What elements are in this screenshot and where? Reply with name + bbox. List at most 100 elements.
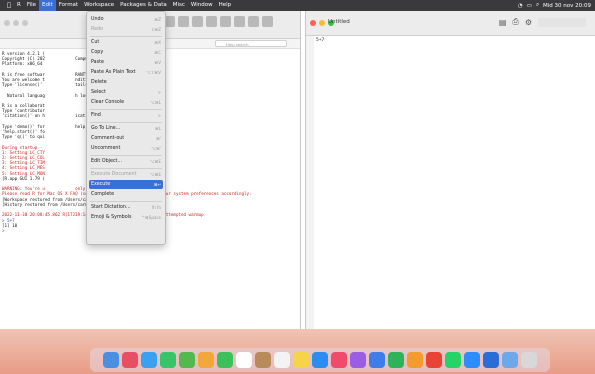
menu-item-label: Copy (91, 50, 104, 55)
apple-icon[interactable]:  (4, 2, 14, 9)
help-icon[interactable] (262, 16, 273, 27)
menu-item-uncomment[interactable]: Uncomment ⌥⌘' (91, 144, 161, 153)
appstore-icon[interactable] (312, 352, 328, 368)
pages-icon[interactable] (407, 352, 423, 368)
menu-edit[interactable]: Edit (39, 0, 56, 11)
menu-item-execute[interactable]: Execute ⌘↩ (89, 180, 163, 189)
search-icon[interactable]: ⌕ (536, 2, 539, 9)
menu-item-complete[interactable]: Complete (91, 190, 161, 199)
maps-icon[interactable] (179, 352, 195, 368)
menu-separator (90, 201, 162, 202)
menu-item-copy[interactable]: Copy ⌘C (91, 48, 161, 57)
editor-code[interactable]: 5+7 (316, 38, 324, 43)
trash-icon[interactable] (521, 352, 537, 368)
menu-item-label: Undo (91, 17, 104, 22)
menu-item-edit-object[interactable]: Edit Object... ⌥⌘E (91, 157, 161, 166)
launchpad-icon[interactable] (122, 352, 138, 368)
messages-icon[interactable] (160, 352, 176, 368)
menu-file[interactable]: File (24, 0, 39, 11)
notes-icon[interactable] (293, 352, 309, 368)
wifi-icon[interactable]: ◔ (518, 3, 523, 9)
new-icon[interactable] (206, 16, 217, 27)
folder-icon[interactable] (502, 352, 518, 368)
untitled-editor-window: Untitled ▤ ⎙ ⚙ 5+7 (305, 11, 595, 329)
status-area: ◔ ▭ ⌕ Mid 30 nov 20:09 (518, 0, 591, 11)
menu-format[interactable]: Format (56, 0, 81, 11)
minimize-icon[interactable] (319, 20, 325, 26)
zoom-icon[interactable] (22, 20, 28, 26)
menu-separator (90, 168, 162, 169)
menu-item-select[interactable]: Select > (91, 88, 161, 97)
menu-help[interactable]: Help (216, 0, 235, 11)
menu-item-delete[interactable]: Delete (91, 78, 161, 87)
menu-bar:  RFileEditFormatWorkspacePackages & Dat… (0, 0, 595, 11)
clock[interactable]: Mid 30 nov 20:09 (543, 3, 591, 9)
window-title: Untitled (328, 19, 350, 25)
menu-item-comment-out[interactable]: Comment-out ⌘' (91, 134, 161, 143)
open-icon[interactable] (192, 16, 203, 27)
close-icon[interactable] (4, 20, 10, 26)
menu-window[interactable]: Window (188, 0, 216, 11)
quartz-icon[interactable] (234, 16, 245, 27)
menu-separator (90, 155, 162, 156)
menu-item-clear-console[interactable]: Clear Console ⌥⌘L (91, 98, 161, 107)
keynote-icon[interactable] (369, 352, 385, 368)
menu-item-label: Execute Document (91, 172, 137, 177)
editor-search-input[interactable] (538, 18, 586, 27)
numbers-icon[interactable] (388, 352, 404, 368)
menu-item-shortcut: ⌘Z (154, 17, 161, 22)
line-gutter (306, 36, 314, 329)
menu-item-find[interactable]: Find > (91, 111, 161, 120)
facetime-icon[interactable] (217, 352, 233, 368)
menu-item-shortcut: ⌘L (154, 126, 161, 131)
menu-item-label: Go To Line... (91, 126, 121, 131)
menu-packages-data[interactable]: Packages & Data (117, 0, 170, 11)
safari-icon[interactable] (141, 352, 157, 368)
battery-icon[interactable]: ▭ (527, 3, 532, 9)
menu-r[interactable]: R (14, 0, 24, 11)
menu-separator (90, 109, 162, 110)
help-search-input[interactable]: Help search (215, 40, 287, 47)
menu-item-label: Edit Object... (91, 159, 123, 164)
music-icon[interactable] (331, 352, 347, 368)
calendar-icon[interactable] (236, 352, 252, 368)
menu-item-label: Clear Console (91, 100, 125, 105)
zoom-icon[interactable] (464, 352, 480, 368)
colors-icon[interactable] (178, 16, 189, 27)
menu-item-shortcut: > (157, 113, 161, 118)
menu-item-cut[interactable]: Cut ⌘X (91, 38, 161, 47)
print-icon[interactable] (220, 16, 231, 27)
editor-tools: ▤ ⎙ ⚙ (499, 17, 532, 27)
menu-item-undo[interactable]: Undo ⌘Z (91, 15, 161, 24)
preferences-icon[interactable] (248, 16, 259, 27)
gear-icon[interactable]: ⚙ (525, 18, 532, 27)
print-icon[interactable]: ⎙ (512, 17, 518, 27)
document-icon[interactable]: ▤ (499, 18, 507, 27)
console-toolbar-icons (150, 16, 273, 27)
menu-item-shortcut: ^⌘Space (141, 215, 161, 220)
editor-toolbar: Untitled ▤ ⎙ ⚙ (306, 11, 595, 36)
menu-item-go-to-line[interactable]: Go To Line... ⌘L (91, 124, 161, 133)
menu-item-paste[interactable]: Paste ⌘V (91, 58, 161, 67)
menu-misc[interactable]: Misc (170, 0, 188, 11)
close-icon[interactable] (310, 20, 316, 26)
menu-workspace[interactable]: Workspace (81, 0, 117, 11)
menu-item-redo[interactable]: Redo ⇧⌘Z (91, 25, 161, 34)
whatsapp-icon[interactable] (445, 352, 461, 368)
chrome-icon[interactable] (426, 352, 442, 368)
finder-icon[interactable] (103, 352, 119, 368)
menu-separator (90, 122, 162, 123)
dock (90, 348, 550, 372)
menu-item-emoji-symbols[interactable]: Emoji & Symbols ^⌘Space (91, 213, 161, 222)
menu-item-execute-document[interactable]: Execute Document ⌥⌘E (91, 170, 161, 179)
reminders-icon[interactable] (274, 352, 290, 368)
podcasts-icon[interactable] (350, 352, 366, 368)
menu-item-paste-as-plain-text[interactable]: Paste As Plain Text ⌥⇧⌘V (91, 68, 161, 77)
menu-item-label: Paste (91, 60, 104, 65)
photos-icon[interactable] (198, 352, 214, 368)
menu-item-start-dictation[interactable]: Start Dictation... fn fn (91, 203, 161, 212)
r-icon[interactable] (483, 352, 499, 368)
contacts-icon[interactable] (255, 352, 271, 368)
minimize-icon[interactable] (13, 20, 19, 26)
menu-item-shortcut: ⌘' (155, 136, 161, 141)
